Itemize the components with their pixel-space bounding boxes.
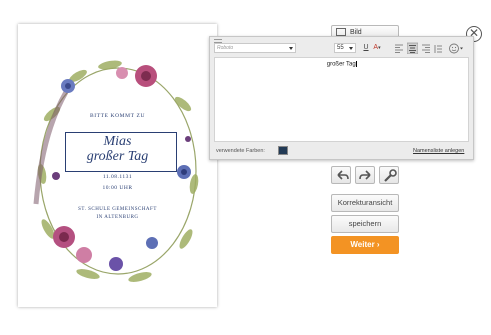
text-editor-panel: Roboto 55 U A▾ großer Tag verwendete Far… bbox=[209, 36, 474, 160]
line-spacing-icon[interactable] bbox=[433, 42, 443, 54]
emoji-icon[interactable] bbox=[448, 42, 464, 54]
tools-button[interactable] bbox=[379, 166, 399, 184]
align-left-icon[interactable] bbox=[394, 42, 404, 54]
font-size-select[interactable]: 55 bbox=[334, 43, 356, 53]
card-date: 11.08.1131 bbox=[102, 174, 133, 180]
wrench-icon bbox=[384, 169, 397, 182]
text-input-value: großer Tag bbox=[326, 61, 356, 68]
font-family-value: Roboto bbox=[217, 45, 234, 51]
card-invite-line: BITTE KOMMT ZU bbox=[89, 113, 146, 119]
invitation-card[interactable]: BITTE KOMMT ZU Mias großer Tag 11.08.113… bbox=[18, 24, 217, 307]
align-center-icon[interactable] bbox=[407, 42, 418, 54]
undo-button[interactable] bbox=[331, 166, 351, 184]
text-input-area[interactable]: großer Tag bbox=[214, 57, 469, 142]
chevron-down-icon bbox=[289, 47, 293, 50]
font-size-value: 55 bbox=[337, 45, 344, 51]
used-colors-label: verwendete Farben: bbox=[216, 148, 265, 154]
card-place-line1: ST. SCHULE GEMEINSCHAFT bbox=[78, 207, 157, 212]
image-icon bbox=[336, 28, 346, 36]
redo-icon bbox=[359, 170, 371, 180]
underline-button[interactable]: U bbox=[362, 42, 370, 54]
redo-button[interactable] bbox=[355, 166, 375, 184]
card-place-line2: IN ALTENBURG bbox=[96, 215, 139, 220]
used-color-swatch[interactable] bbox=[278, 146, 288, 155]
names-list-link[interactable]: Namensliste anlegen bbox=[413, 148, 464, 154]
text-color-button[interactable]: A▾ bbox=[372, 42, 382, 54]
card-title-line2: großer Tag bbox=[86, 149, 149, 164]
save-button[interactable]: speichern bbox=[331, 215, 399, 233]
image-button-label: Bild bbox=[350, 28, 362, 36]
undo-icon bbox=[337, 170, 349, 180]
align-right-icon[interactable] bbox=[421, 42, 431, 54]
text-cursor bbox=[355, 61, 357, 67]
next-button[interactable]: Weiter › bbox=[331, 236, 399, 254]
card-title-line1: Mias bbox=[103, 134, 132, 149]
chevron-down-icon bbox=[349, 47, 353, 50]
proof-view-button[interactable]: Korrekturansicht bbox=[331, 194, 399, 212]
card-time: 10:00 UHR bbox=[102, 185, 133, 191]
font-family-select[interactable]: Roboto bbox=[214, 43, 296, 53]
